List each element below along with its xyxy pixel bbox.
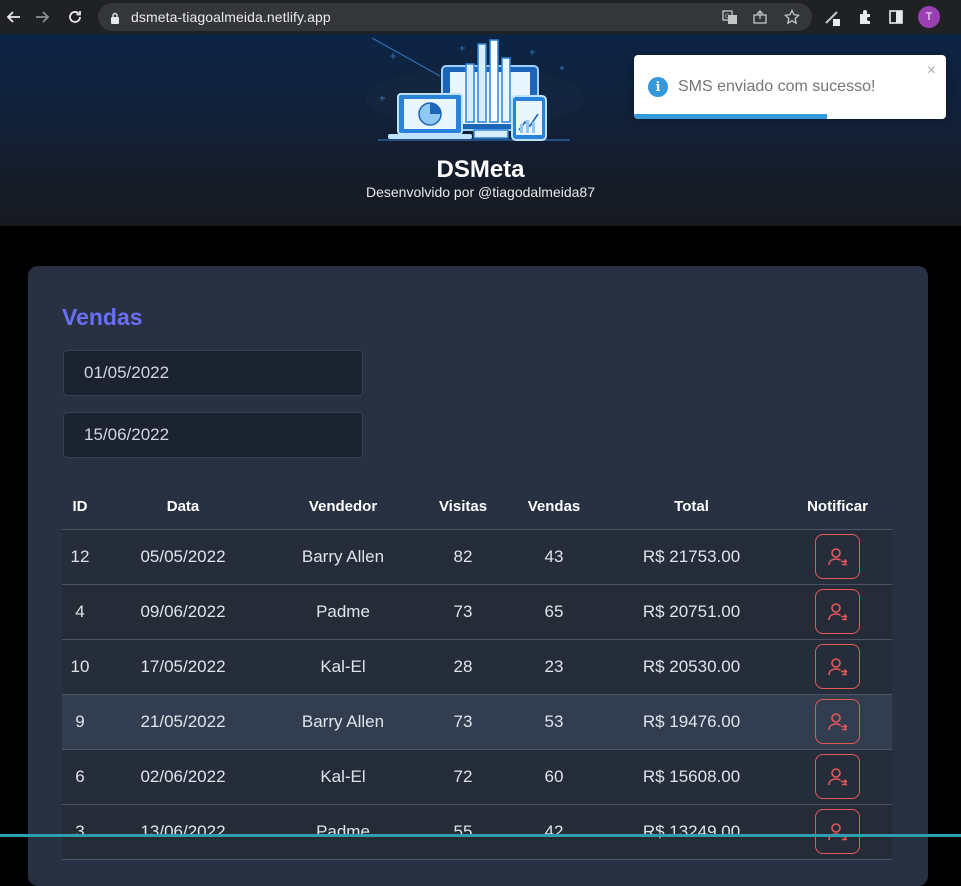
svg-text:G: G: [725, 13, 730, 20]
cell-notify: [783, 639, 892, 695]
cell-visits: 82: [418, 529, 508, 585]
card-title: Vendas: [62, 304, 143, 330]
cell-visits: 72: [418, 749, 508, 805]
notify-button[interactable]: [815, 699, 860, 744]
cell-deals: 53: [508, 694, 600, 750]
table-row: 4 09/06/2022 Padme 73 65 R$ 20751.00: [62, 584, 892, 640]
cell-total: R$ 15608.00: [600, 749, 783, 805]
cell-deals: 43: [508, 529, 600, 585]
cell-visits: 73: [418, 584, 508, 640]
column-header-visits: Visitas: [418, 484, 508, 530]
sales-card: Vendas ID Data Vendedor Visitas Vendas T…: [28, 266, 928, 886]
table-body: 12 05/05/2022 Barry Allen 82 43 R$ 21753.00 4 0…: [62, 529, 892, 860]
cell-date: 05/05/2022: [98, 529, 268, 585]
table-row: 6 02/06/2022 Kal-El 72 60 R$ 15608.00: [62, 749, 892, 805]
profile-avatar[interactable]: T: [918, 6, 940, 28]
toast-notification: i SMS enviado com sucesso! ×: [634, 55, 946, 119]
cell-notify: [783, 694, 892, 750]
cell-seller: Kal-El: [268, 639, 418, 695]
back-arrow-icon[interactable]: [2, 5, 26, 29]
cell-id: 10: [62, 639, 98, 695]
notify-user-icon: [827, 712, 847, 730]
browser-toolbar: dsmeta-tiagoalmeida.netlify.app G T: [0, 0, 961, 34]
cell-total: R$ 19476.00: [600, 694, 783, 750]
toast-message: SMS enviado com sucesso!: [678, 78, 876, 95]
cell-total: R$ 20751.00: [600, 584, 783, 640]
info-icon: i: [648, 77, 668, 97]
brand-title: DSMeta: [436, 156, 525, 183]
share-icon[interactable]: [750, 7, 770, 27]
notify-user-icon: [827, 602, 847, 620]
close-icon[interactable]: ×: [927, 62, 936, 80]
cell-visits: 73: [418, 694, 508, 750]
notify-button[interactable]: [815, 644, 860, 689]
lock-icon: [110, 11, 120, 29]
address-bar[interactable]: dsmeta-tiagoalmeida.netlify.app G: [98, 3, 812, 31]
notify-button[interactable]: [815, 534, 860, 579]
cell-date: 09/06/2022: [98, 584, 268, 640]
column-header-notify: Notificar: [783, 484, 892, 530]
column-header-seller: Vendedor: [268, 484, 418, 530]
cell-deals: 65: [508, 584, 600, 640]
cell-seller: Barry Allen: [268, 529, 418, 585]
notify-user-icon: [827, 657, 847, 675]
column-header-deals: Vendas: [508, 484, 600, 530]
bookmark-star-icon[interactable]: [782, 7, 802, 27]
notify-user-icon: [827, 767, 847, 785]
notify-button[interactable]: [815, 589, 860, 634]
notify-user-icon: [827, 547, 847, 565]
extension-pen-icon[interactable]: [822, 7, 842, 27]
translate-icon[interactable]: G: [720, 7, 740, 27]
cell-notify: [783, 529, 892, 585]
cell-date: 13/06/2022: [98, 804, 268, 860]
cell-date: 17/05/2022: [98, 639, 268, 695]
cell-total: R$ 20530.00: [600, 639, 783, 695]
table-row: 12 05/05/2022 Barry Allen 82 43 R$ 21753.00: [62, 529, 892, 585]
notify-button[interactable]: [815, 809, 860, 854]
column-header-date: Data: [98, 484, 268, 530]
column-header-id: ID: [62, 484, 98, 530]
table-header-row: ID Data Vendedor Visitas Vendas Total No…: [62, 484, 892, 530]
table-row: 10 17/05/2022 Kal-El 28 23 R$ 20530.00: [62, 639, 892, 695]
min-date-input[interactable]: [63, 350, 363, 396]
table-row: 9 21/05/2022 Barry Allen 73 53 R$ 19476.00: [62, 694, 892, 750]
cell-seller: Padme: [268, 584, 418, 640]
cell-notify: [783, 749, 892, 805]
toast-progress-bar: [634, 114, 828, 119]
dashboard-illustration: [360, 37, 590, 151]
cell-total: R$ 13249.00: [600, 804, 783, 860]
table-row: 3 13/06/2022 Padme 55 42 R$ 13249.00: [62, 804, 892, 860]
cell-deals: 23: [508, 639, 600, 695]
reload-icon[interactable]: [63, 5, 87, 29]
cell-id: 4: [62, 584, 98, 640]
cell-visits: 28: [418, 639, 508, 695]
cell-total: R$ 21753.00: [600, 529, 783, 585]
cell-seller: Kal-El: [268, 749, 418, 805]
column-header-total: Total: [600, 484, 783, 530]
cell-id: 3: [62, 804, 98, 860]
forward-arrow-icon[interactable]: [30, 5, 54, 29]
side-panel-icon[interactable]: [886, 7, 906, 27]
cell-seller: Barry Allen: [268, 694, 418, 750]
cell-notify: [783, 804, 892, 860]
max-date-input[interactable]: [63, 412, 363, 458]
cell-visits: 55: [418, 804, 508, 860]
byline: Desenvolvido por @tiagodalmeida87: [365, 184, 596, 200]
notify-user-icon: [827, 822, 847, 840]
notify-button[interactable]: [815, 754, 860, 799]
url-text: dsmeta-tiagoalmeida.netlify.app: [131, 9, 331, 25]
cell-id: 9: [62, 694, 98, 750]
cell-notify: [783, 584, 892, 640]
cell-id: 6: [62, 749, 98, 805]
sales-table: ID Data Vendedor Visitas Vendas Total No…: [62, 484, 892, 860]
cell-id: 12: [62, 529, 98, 585]
cell-deals: 42: [508, 804, 600, 860]
cell-deals: 60: [508, 749, 600, 805]
extensions-puzzle-icon[interactable]: [856, 7, 876, 27]
cell-date: 21/05/2022: [98, 694, 268, 750]
cell-date: 02/06/2022: [98, 749, 268, 805]
cell-seller: Padme: [268, 804, 418, 860]
